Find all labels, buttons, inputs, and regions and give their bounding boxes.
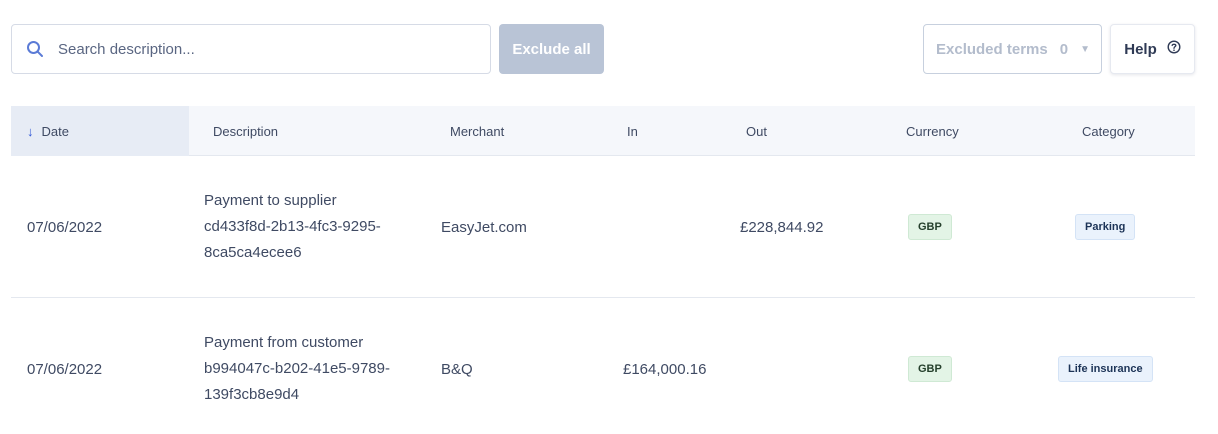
- column-header-label: Description: [213, 123, 279, 139]
- currency-badge: GBP: [908, 356, 952, 382]
- help-label: Help: [1124, 40, 1157, 58]
- column-header-out[interactable]: Out: [746, 106, 767, 156]
- column-header-label: Date: [41, 123, 69, 139]
- currency-cell: GBP: [908, 156, 952, 298]
- category-badge: Parking: [1075, 214, 1136, 240]
- table-row[interactable]: 07/06/2022 Payment to supplier cd433f8d-…: [11, 156, 1195, 298]
- excluded-terms-count: 0: [1059, 40, 1069, 58]
- description-line: b994047c-b202-41e5-9789-: [204, 360, 390, 377]
- search-icon: [12, 25, 58, 73]
- in-cell: £164,000.16: [623, 360, 707, 378]
- description-line: cd433f8d-2b13-4fc3-9295-: [204, 218, 381, 235]
- category-badge: Life insurance: [1058, 356, 1153, 382]
- caret-down-icon: ▼: [1080, 43, 1090, 55]
- column-header-label: Out: [746, 123, 767, 139]
- excluded-terms-label: Excluded terms: [936, 40, 1048, 58]
- merchant-cell: B&Q: [441, 360, 473, 378]
- column-header-date[interactable]: ↓ Date: [11, 106, 189, 156]
- description-line: Payment to supplier: [204, 192, 337, 209]
- help-button[interactable]: Help: [1110, 24, 1195, 74]
- description-line: Payment from customer: [204, 334, 364, 351]
- date-cell: 07/06/2022: [27, 360, 103, 378]
- search-input[interactable]: [58, 40, 458, 58]
- excluded-terms-dropdown[interactable]: Excluded terms 0 ▼: [923, 24, 1102, 74]
- column-header-label: Currency: [906, 123, 959, 139]
- column-header-in[interactable]: In: [627, 106, 638, 156]
- table-header: ↓ Date Description Merchant In Out Curre…: [11, 106, 1195, 156]
- exclude-all-button[interactable]: Exclude all: [499, 24, 604, 74]
- description-line: 8ca5ca4ecee6: [204, 244, 302, 261]
- merchant-cell: EasyJet.com: [441, 218, 527, 236]
- out-cell: £228,844.92: [740, 218, 824, 236]
- column-header-merchant[interactable]: Merchant: [450, 106, 504, 156]
- description-cell: Payment from customer b994047c-b202-41e5…: [204, 298, 390, 434]
- column-header-category[interactable]: Category: [1082, 106, 1135, 156]
- description-cell: Payment to supplier cd433f8d-2b13-4fc3-9…: [204, 156, 381, 298]
- column-header-label: In: [627, 123, 638, 139]
- table-row[interactable]: 07/06/2022 Payment from customer b994047…: [11, 298, 1195, 434]
- currency-badge: GBP: [908, 214, 952, 240]
- help-circle-icon: [1167, 40, 1181, 58]
- column-header-label: Merchant: [450, 123, 505, 139]
- column-header-description[interactable]: Description: [213, 106, 278, 156]
- search-box[interactable]: [11, 24, 491, 74]
- description-line: 139f3cb8e9d4: [204, 386, 300, 403]
- date-cell: 07/06/2022: [27, 218, 103, 236]
- category-cell: Parking: [1075, 156, 1136, 298]
- category-cell: Life insurance: [1058, 298, 1153, 434]
- arrow-down-icon: ↓: [27, 123, 34, 139]
- currency-cell: GBP: [908, 298, 952, 434]
- column-header-currency[interactable]: Currency: [906, 106, 959, 156]
- column-header-label: Category: [1082, 123, 1135, 139]
